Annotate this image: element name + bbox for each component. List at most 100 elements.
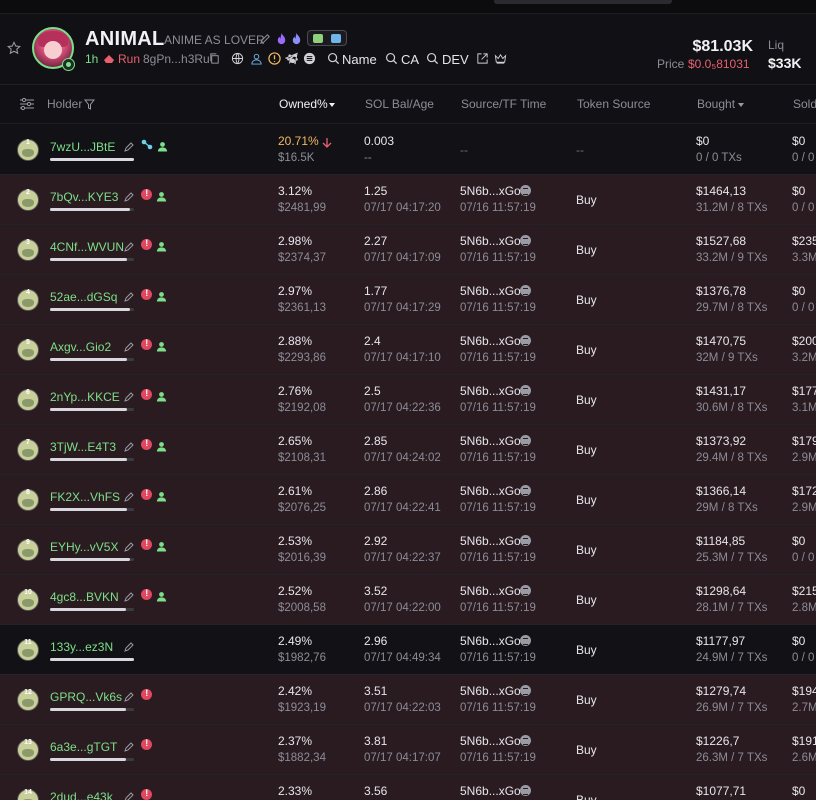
col-sold[interactable]: Sold — [793, 97, 816, 111]
edit-icon[interactable] — [123, 640, 135, 652]
source-address[interactable]: 5N6b...xGo — [460, 434, 521, 448]
edit-icon[interactable] — [123, 390, 135, 402]
edit-icon[interactable] — [123, 740, 135, 752]
token-source: Buy — [576, 493, 597, 507]
holder-address[interactable]: 4gc8...BVKN — [50, 590, 119, 604]
search-ca-link[interactable]: CA — [401, 52, 419, 67]
source-address[interactable]: 5N6b...xGo — [460, 584, 521, 598]
holder-rank: 12 — [24, 689, 32, 696]
table-row[interactable]: 12 GPRQ...Vk6s 2.42% $1923,19 3.51 07/17 04:2… — [0, 675, 816, 725]
bought-usd: $1470,75 — [696, 334, 747, 348]
edit-icon[interactable] — [123, 690, 135, 702]
source-address[interactable]: 5N6b...xGo — [460, 484, 521, 498]
rocket-tag-icon[interactable] — [307, 30, 347, 46]
globe-icon[interactable] — [231, 52, 244, 65]
search-icon[interactable] — [327, 52, 340, 65]
sold-txs: 2.9M — [792, 502, 816, 514]
holder-address[interactable]: 133y...ez3N — [50, 640, 113, 654]
table-row[interactable]: 4 52ae...dGSq 2.97% $2361,13 1.77 07/17 04:17… — [0, 275, 816, 325]
edit-icon[interactable] — [259, 32, 272, 45]
user-icon — [156, 539, 167, 552]
bought-txs: 33.2M / 9 TXs — [696, 252, 768, 264]
table-row[interactable]: 7 3TjW...E4T3 2.65% $2108,31 2.85 07/17 04:24… — [0, 425, 816, 475]
source-address[interactable]: 5N6b...xGo — [460, 234, 521, 248]
table-row[interactable]: 5 Axgv...Gio2 2.88% $2293,86 2.4 07/17 04:17:… — [0, 325, 816, 375]
col-owned[interactable]: Owned% — [279, 97, 328, 111]
source-address[interactable]: 5N6b...xGo — [460, 634, 521, 648]
external-link-icon[interactable] — [476, 52, 489, 65]
search-icon[interactable] — [426, 52, 439, 65]
holder-address[interactable]: 7bQv...KYE3 — [50, 190, 118, 204]
table-row[interactable]: 3 4CNf...WVUN 2.98% $2374,37 2.27 07/17 04:17… — [0, 225, 816, 275]
table-row[interactable]: 1 7wzU...JBtE 20.71% $16.5K 0.003 -- -- -- $0 0 /… — [0, 125, 816, 175]
edit-icon[interactable] — [123, 340, 135, 352]
table-row[interactable]: 11 133y...ez3N 2.49% $1982,76 2.96 07/17 04:4… — [0, 625, 816, 675]
sold-txs: 0 / 0 — [792, 652, 815, 664]
source-address[interactable]: 5N6b...xGo — [460, 534, 521, 548]
holder-avatar: 6 — [17, 389, 39, 411]
holder-address[interactable]: 2nYp...KKCE — [50, 390, 120, 404]
sort-arrow-icon[interactable] — [329, 103, 335, 107]
col-sol-bal-age[interactable]: SOL Bal/Age — [365, 97, 434, 111]
table-row[interactable]: 2 7bQv...KYE3 3.12% $2481,99 1.25 07/17 04:17… — [0, 175, 816, 225]
link-icon[interactable] — [141, 139, 153, 150]
star-icon[interactable] — [7, 41, 21, 55]
holder-address[interactable]: FK2X...VhFS — [50, 490, 120, 504]
sort-arrow-icon[interactable] — [738, 103, 744, 107]
edit-icon[interactable] — [123, 540, 135, 552]
table-row[interactable]: 14 2dud...e43k 2.33% 3.56 5N6b...xGo Buy $1077… — [0, 775, 816, 800]
col-bought[interactable]: Bought — [697, 97, 735, 111]
source-address[interactable]: 5N6b...xGo — [460, 734, 521, 748]
holder-address[interactable]: 2dud...e43k — [50, 790, 113, 800]
holder-address[interactable]: 3TjW...E4T3 — [50, 440, 116, 454]
crown-icon[interactable] — [494, 52, 507, 65]
sliders-icon[interactable] — [19, 97, 35, 111]
holder-address[interactable]: 4CNf...WVUN — [50, 240, 124, 254]
bought-usd: $1177,97 — [696, 634, 746, 648]
edit-icon[interactable] — [123, 140, 135, 152]
source-address[interactable]: 5N6b...xGo — [460, 184, 521, 198]
bought-txs: 26.3M / 7 TXs — [696, 752, 768, 764]
col-holder[interactable]: Holder — [47, 97, 82, 111]
holder-address[interactable]: EYHy...vV5X — [50, 540, 118, 554]
sold-txs: 2.7M — [792, 702, 816, 714]
edit-icon[interactable] — [123, 490, 135, 502]
user-icon[interactable] — [250, 52, 263, 65]
holder-address[interactable]: GPRQ...Vk6s — [50, 690, 122, 704]
owned-usd: $2481,99 — [278, 202, 326, 214]
source-address[interactable]: 5N6b...xGo — [460, 684, 521, 698]
holders-table-header: Holder Owned% SOL Bal/Age Source/TF Time… — [0, 84, 816, 124]
source-address[interactable]: 5N6b...xGo — [460, 284, 521, 298]
holder-address[interactable]: Axgv...Gio2 — [50, 340, 111, 354]
token-address[interactable]: 8gPn...h3Ru — [143, 52, 210, 66]
edit-icon[interactable] — [123, 590, 135, 602]
sold-usd: $0 — [792, 784, 806, 798]
table-row[interactable]: 13 6a3e...gTGT 2.37% $1882,34 3.81 07/17 04:1… — [0, 725, 816, 775]
search-dev-link[interactable]: DEV — [442, 52, 469, 67]
table-row[interactable]: 6 2nYp...KKCE 2.76% $2192,08 2.5 07/17 04:22:… — [0, 375, 816, 425]
holder-address[interactable]: 6a3e...gTGT — [50, 740, 117, 754]
edit-icon[interactable] — [123, 190, 135, 202]
holder-address[interactable]: 52ae...dGSq — [50, 290, 117, 304]
source-address[interactable]: 5N6b...xGo — [460, 784, 521, 798]
search-icon[interactable] — [385, 52, 398, 65]
menu-icon[interactable] — [303, 52, 316, 65]
filter-icon[interactable] — [84, 99, 95, 110]
warning-icon[interactable] — [268, 52, 281, 65]
edit-icon[interactable] — [123, 240, 135, 252]
col-token-source[interactable]: Token Source — [577, 97, 650, 111]
telegram-icon[interactable] — [285, 52, 298, 65]
edit-icon[interactable] — [123, 440, 135, 452]
table-row[interactable]: 8 FK2X...VhFS 2.61% $2076,25 2.86 07/17 04:22… — [0, 475, 816, 525]
col-source-tf-time[interactable]: Source/TF Time — [461, 97, 546, 111]
edit-icon[interactable] — [123, 790, 135, 800]
table-row[interactable]: 9 EYHy...vV5X 2.53% $2016,39 2.92 07/17 04:22… — [0, 525, 816, 575]
source-address[interactable]: 5N6b...xGo — [460, 384, 521, 398]
price-label: Price — [657, 57, 685, 71]
holder-address[interactable]: 7wzU...JBtE — [50, 140, 115, 154]
copy-icon[interactable] — [208, 52, 221, 65]
edit-icon[interactable] — [123, 290, 135, 302]
source-address[interactable]: 5N6b...xGo — [460, 334, 521, 348]
search-name-link[interactable]: Name — [342, 52, 377, 67]
table-row[interactable]: 10 4gc8...BVKN 2.52% $2008,58 3.52 07/17 04:2… — [0, 575, 816, 625]
